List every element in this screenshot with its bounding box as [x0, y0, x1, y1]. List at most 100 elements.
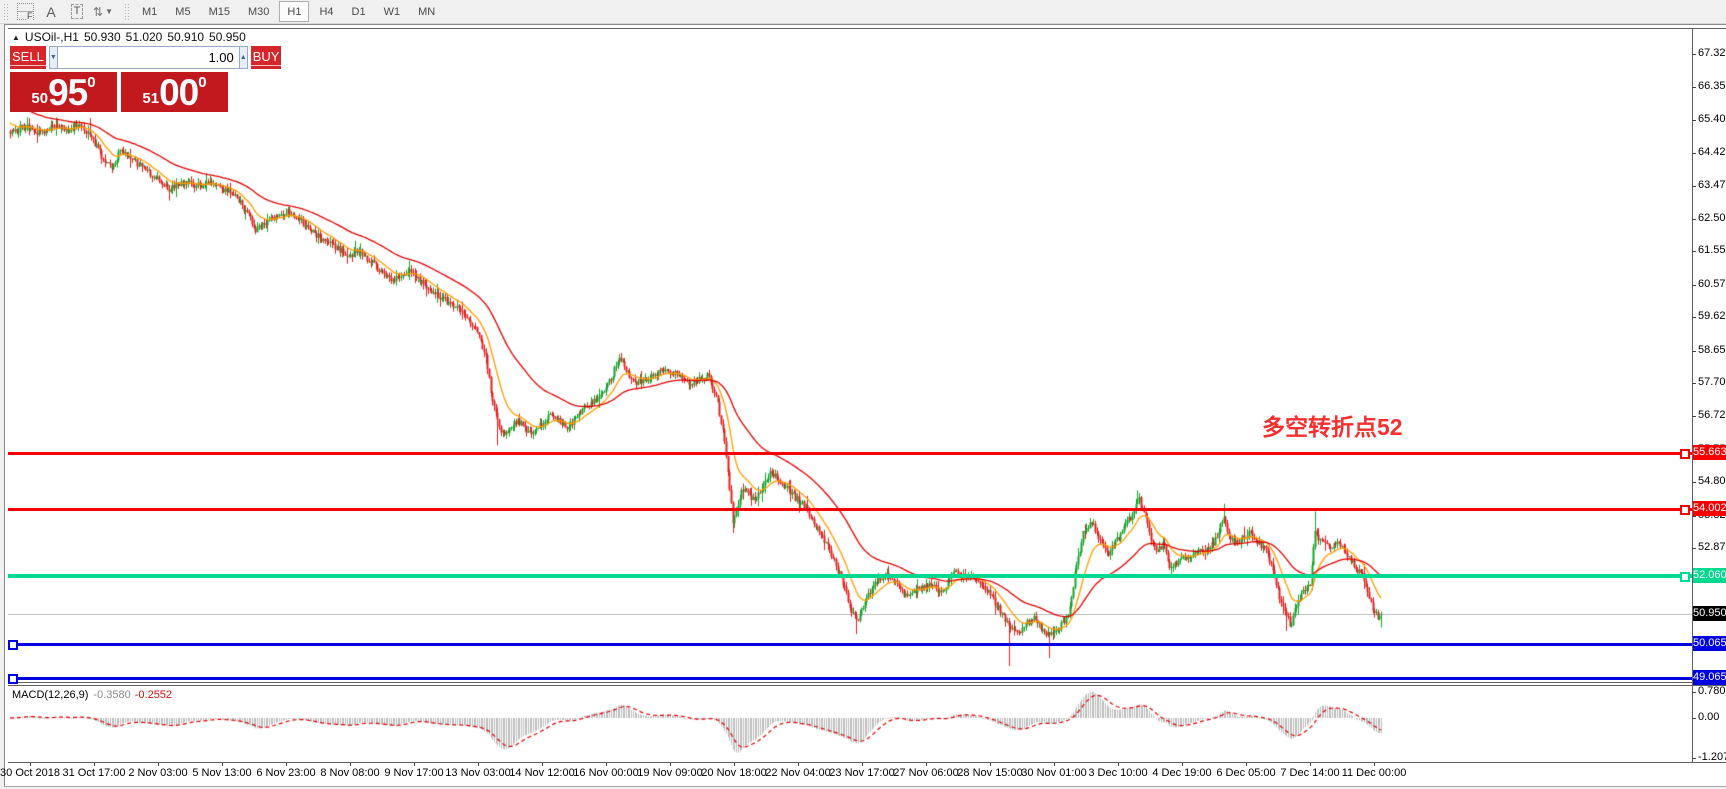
date-tick-mark	[990, 762, 991, 766]
price-tick-mark	[1692, 87, 1696, 88]
price-tag-55.663[interactable]: 55.663	[1693, 445, 1726, 460]
date-label: 20 Nov 18:00	[701, 767, 766, 779]
price-tick-mark	[1692, 120, 1696, 121]
price-axis-line	[1692, 28, 1693, 763]
text-icon: T	[71, 4, 84, 19]
hline-55.663[interactable]	[8, 452, 1692, 455]
price-tick-label: 57.700	[1698, 376, 1726, 388]
timeframe-button-w1[interactable]: W1	[376, 1, 409, 22]
macd-tick-mark	[1692, 758, 1696, 759]
annotation-text[interactable]: 多空转折点52	[1262, 408, 1403, 442]
timeframe-button-m15[interactable]: M15	[201, 1, 238, 22]
line-marker-right-54.002[interactable]	[1680, 505, 1690, 515]
macd-axis-label: -1.2078	[1698, 751, 1726, 763]
toolbar-grip[interactable]	[3, 3, 9, 21]
date-label: 4 Dec 19:00	[1152, 767, 1211, 779]
price-tick-label: 60.575	[1698, 278, 1726, 290]
price-tick-mark	[1692, 186, 1696, 187]
price-tick-label: 58.650	[1698, 344, 1726, 356]
volume-decrease-button[interactable]: ▼	[49, 46, 58, 69]
price-tag-54.002[interactable]: 54.002	[1693, 501, 1726, 516]
price-tag-49.065[interactable]: 49.065	[1693, 670, 1726, 685]
macd-name: MACD(12,26,9)	[12, 689, 88, 701]
buy-button[interactable]: BUY	[251, 46, 282, 69]
text-tool-button[interactable]: T	[65, 1, 89, 23]
timeframe-button-m30[interactable]: M30	[240, 1, 277, 22]
price-tick-label: 66.350	[1698, 80, 1726, 92]
date-label: 23 Nov 17:00	[829, 767, 894, 779]
sell-price-sup: 0	[87, 75, 95, 90]
date-label: 13 Nov 03:00	[445, 767, 510, 779]
macd-label: MACD(12,26,9)-0.3580-0.2552	[12, 689, 172, 701]
hline-50.065[interactable]	[8, 643, 1692, 646]
price-tick-mark	[1692, 482, 1696, 483]
date-tick-mark	[1374, 762, 1375, 766]
date-tick-mark	[926, 762, 927, 766]
arrows-icon: ⇅	[93, 5, 102, 19]
date-label: 11 Dec 00:00	[1342, 767, 1407, 779]
hline-52.060[interactable]	[8, 574, 1692, 578]
date-tick-mark	[478, 762, 479, 766]
timeframe-button-d1[interactable]: D1	[344, 1, 374, 22]
date-label: 30 Nov 01:00	[1021, 767, 1086, 779]
line-marker-left-50.065[interactable]	[8, 640, 18, 650]
line-marker-right-52.060[interactable]	[1680, 572, 1690, 582]
fibonacci-tool-button[interactable]: F	[13, 1, 37, 23]
price-tag-50.950[interactable]: 50.950	[1693, 606, 1726, 621]
timeframe-button-m1[interactable]: M1	[134, 1, 165, 22]
timeframe-button-h4[interactable]: H4	[311, 1, 341, 22]
main-chart-canvas[interactable]	[8, 29, 1692, 682]
toolbar: F A T ⇅ ▼ M1M5M15M30H1H4D1W1MN	[0, 0, 1726, 24]
date-label: 22 Nov 04:00	[765, 767, 830, 779]
volume-increase-button[interactable]: ▲	[239, 46, 248, 69]
date-label: 8 Nov 08:00	[320, 767, 379, 779]
price-tick-label: 63.475	[1698, 179, 1726, 191]
sell-price-display[interactable]: 50950	[10, 72, 117, 112]
date-tick-mark	[734, 762, 735, 766]
date-tick-mark	[1310, 762, 1311, 766]
line-marker-right-55.663[interactable]	[1680, 449, 1690, 459]
price-tick-label: 54.800	[1698, 475, 1726, 487]
window-bottom-edge	[4, 786, 1726, 787]
price-tick-mark	[1692, 416, 1696, 417]
sell-button[interactable]: SELL	[10, 46, 46, 69]
macd-tick-mark	[1692, 692, 1696, 693]
arrow-tools-button[interactable]: ⇅ ▼	[91, 1, 115, 23]
line-marker-left-49.065[interactable]	[8, 674, 18, 684]
text-label-tool-button[interactable]: A	[39, 1, 63, 23]
buy-price-display[interactable]: 51000	[121, 72, 228, 112]
date-tick-mark	[542, 762, 543, 766]
date-tick-mark	[798, 762, 799, 766]
date-label: 5 Nov 13:00	[192, 767, 251, 779]
date-label: 14 Nov 12:00	[509, 767, 574, 779]
macd-axis-label: 0.7807	[1698, 685, 1726, 697]
timeframe-button-mn[interactable]: MN	[410, 1, 443, 22]
macd-value-main: -0.3580	[93, 689, 130, 701]
toolbar-grip-2[interactable]	[124, 3, 130, 21]
chevron-down-icon: ▼	[105, 7, 113, 16]
date-label: 6 Dec 05:00	[1216, 767, 1275, 779]
price-tag-50.065[interactable]: 50.065	[1693, 636, 1726, 651]
main-macd-separator-1	[8, 682, 1726, 683]
timeframe-button-m5[interactable]: M5	[167, 1, 198, 22]
date-label: 3 Dec 10:00	[1088, 767, 1147, 779]
date-label: 7 Dec 14:00	[1280, 767, 1339, 779]
macd-indicator-canvas[interactable]	[8, 686, 1692, 762]
triangle-up-icon: ▲	[240, 54, 247, 61]
date-tick-mark	[1054, 762, 1055, 766]
date-tick-mark	[1182, 762, 1183, 766]
date-tick-mark	[1118, 762, 1119, 766]
macd-tick-mark	[1692, 718, 1696, 719]
date-tick-mark	[158, 762, 159, 766]
hline-49.065[interactable]	[8, 677, 1692, 680]
timeframe-button-h1[interactable]: H1	[279, 1, 309, 22]
price-tick-label: 67.325	[1698, 47, 1726, 59]
hline-54.002[interactable]	[8, 508, 1692, 511]
price-tag-52.060[interactable]: 52.060	[1693, 568, 1726, 583]
date-tick-mark	[862, 762, 863, 766]
volume-input[interactable]	[58, 46, 239, 69]
date-label: 2 Nov 03:00	[128, 767, 187, 779]
price-tick-label: 61.550	[1698, 244, 1726, 256]
price-tick-mark	[1692, 317, 1696, 318]
sell-price-small: 50	[31, 87, 48, 111]
